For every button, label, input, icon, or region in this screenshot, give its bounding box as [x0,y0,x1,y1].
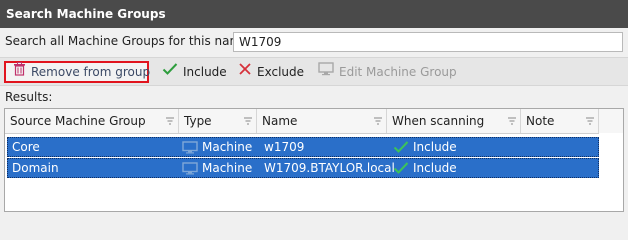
table-row[interactable]: Core Machine w1709 Include [7,137,599,157]
monitor-icon [182,140,198,153]
column-header-source-label: Source Machine Group [10,114,146,128]
remove-from-group-label: Remove from group [31,65,151,79]
filter-icon[interactable] [374,117,382,125]
trash-icon [13,61,26,83]
remove-from-group-button[interactable]: Remove from group [4,61,151,83]
monitor-icon [318,61,334,83]
type-label: Machine [202,140,253,154]
check-icon [393,141,409,153]
type-cell: Machine [182,138,252,156]
source-group-cell: Domain [12,161,59,175]
check-icon [393,162,409,174]
source-group-cell: Core [12,140,40,154]
results-grid: Source Machine Group Type Name When scan… [4,108,624,212]
search-input[interactable] [233,32,623,52]
window-title: Search Machine Groups [0,0,628,28]
filter-icon[interactable] [508,117,516,125]
when-scanning-cell: Include [393,159,457,177]
name-cell: W1709.BTAYLOR.local [264,161,395,175]
type-label: Machine [202,161,253,175]
include-label: Include [183,65,227,79]
filter-icon[interactable] [166,117,174,125]
name-cell: w1709 [264,140,305,154]
column-header-name[interactable]: Name [257,109,387,133]
exclude-label: Exclude [257,65,305,79]
search-label: Search all Machine Groups for this name: [5,34,253,48]
exclude-button[interactable]: Exclude [236,61,304,83]
when-scanning-cell: Include [393,138,457,156]
when-scanning-label: Include [413,140,457,154]
grid-header: Source Machine Group Type Name When scan… [5,109,623,134]
type-cell: Machine [182,159,252,177]
results-label: Results: [5,90,53,104]
monitor-icon [182,161,198,174]
column-header-type[interactable]: Type [179,109,257,133]
search-row: Search all Machine Groups for this name: [0,30,628,54]
check-icon [162,61,178,83]
x-icon [238,61,252,83]
filter-icon[interactable] [244,117,252,125]
column-header-when-scanning[interactable]: When scanning [387,109,521,133]
edit-machine-group-label: Edit Machine Group [339,65,457,79]
toolbar: Remove from group Include Exclude Edit M… [0,57,628,86]
grid-empty-area [599,133,623,211]
edit-machine-group-button[interactable]: Edit Machine Group [316,61,457,83]
column-header-note-label: Note [526,114,555,128]
when-scanning-label: Include [413,161,457,175]
filter-icon[interactable] [586,117,594,125]
column-header-note[interactable]: Note [521,109,599,133]
column-header-name-label: Name [262,114,298,128]
column-header-source[interactable]: Source Machine Group [5,109,179,133]
include-button[interactable]: Include [160,61,227,83]
column-header-when-scanning-label: When scanning [392,114,485,128]
column-header-type-label: Type [184,114,212,128]
table-row[interactable]: Domain Machine W1709.BTAYLOR.local Inclu… [7,158,599,178]
